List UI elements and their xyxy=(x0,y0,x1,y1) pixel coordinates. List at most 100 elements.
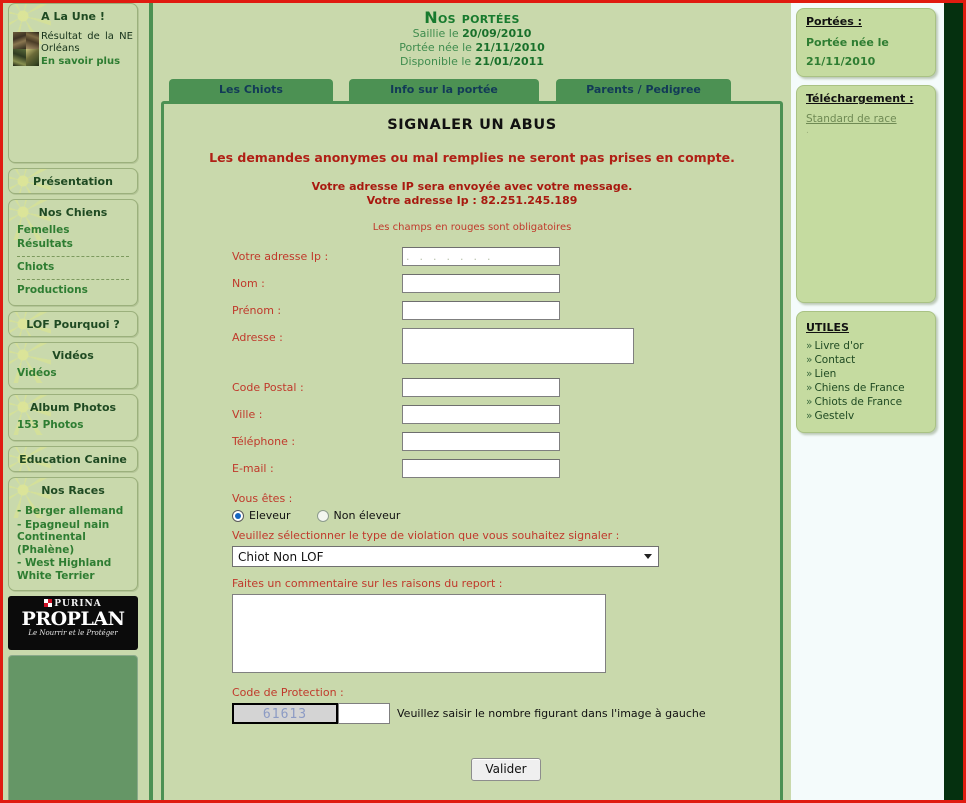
chevron-down-icon xyxy=(644,554,652,559)
sidebar-item-album-photos[interactable]: Album Photos xyxy=(9,395,137,419)
radio-label-non-eleveur: Non éleveur xyxy=(333,509,401,522)
divider xyxy=(17,279,129,280)
sidebar-link-femelles[interactable]: Femelles xyxy=(17,224,131,238)
radio-option-non-eleveur[interactable]: Non éleveur xyxy=(316,509,401,522)
tab-parents-pedigree[interactable]: Parents / Pedigree xyxy=(556,79,731,101)
standard-de-race-link[interactable]: Standard de race xyxy=(806,113,928,126)
input-code-postal[interactable] xyxy=(402,378,560,397)
litter-available-date: Disponible le 21/01/2011 xyxy=(153,55,791,69)
form-warning-ip-line2: Votre adresse Ip : 82.251.245.189 xyxy=(366,194,578,207)
input-email[interactable] xyxy=(402,459,560,478)
tab-bar: Les Chiots Info sur la portée Parents / … xyxy=(169,79,731,101)
portees-title: Portées : xyxy=(806,15,862,28)
sidebar-box-lof[interactable]: LOF Pourquoi ? xyxy=(8,311,138,337)
sidebar-filler-panel xyxy=(8,655,138,800)
double-chevron-right-icon: » xyxy=(806,340,813,352)
input-ville[interactable] xyxy=(402,405,560,424)
input-adresse[interactable] xyxy=(402,328,634,364)
litter-birth-value: 21/11/2010 xyxy=(475,41,545,54)
form-warning-main: Les demandes anonymes ou mal remplies ne… xyxy=(209,150,735,165)
litter-mating-value: 20/09/2010 xyxy=(462,27,532,40)
sidebar-link-berger-allemand[interactable]: - Berger allemand xyxy=(17,505,131,519)
double-chevron-right-icon: » xyxy=(806,368,813,380)
sidebar-link-resultats[interactable]: Résultats xyxy=(17,238,131,252)
radio-option-eleveur[interactable]: Eleveur xyxy=(232,509,291,522)
sidebar-item-nos-chiens[interactable]: Nos Chiens xyxy=(9,200,137,224)
input-adresse-ip[interactable] xyxy=(402,247,560,266)
sidebar-link-chiots[interactable]: Chiots xyxy=(17,261,131,275)
field-row-adresse: Adresse : xyxy=(232,328,780,364)
sponsor-brand-main: PROPLAN xyxy=(21,608,125,630)
featured-title: A La Une ! xyxy=(41,10,105,23)
featured-content: Résultat de la NE Orléans En savoir plus xyxy=(9,28,137,67)
sidebar-link-productions[interactable]: Productions xyxy=(17,284,131,298)
sponsor-banner-proplan[interactable]: PURINA PROPLAN Le Nourrir et le Protéger xyxy=(8,596,138,650)
field-row-ip: Votre adresse Ip : xyxy=(232,247,780,266)
litter-birth-date: Portée née le 21/11/2010 xyxy=(153,41,791,55)
form-title: SIGNALER UN ABUS xyxy=(387,117,557,133)
field-row-prenom: Prénom : xyxy=(232,301,780,320)
label-adresse-ip: Votre adresse Ip : xyxy=(232,250,329,263)
radio-label-eleveur: Eleveur xyxy=(249,509,291,522)
submit-row: Valider xyxy=(232,758,780,781)
sidebar-item-presentation[interactable]: Présentation xyxy=(9,169,137,193)
input-nom[interactable] xyxy=(402,274,560,293)
right-box-telechargement: Téléchargement : Standard de race . xyxy=(796,85,936,303)
field-row-nom: Nom : xyxy=(232,274,780,293)
utiles-label-chiens-de-france: Chiens de France xyxy=(814,382,905,394)
radio-eleveur[interactable] xyxy=(232,509,244,522)
sidebar-item-videos[interactable]: Vidéos xyxy=(9,343,137,367)
double-chevron-right-icon: » xyxy=(806,354,813,366)
sidebar-box-presentation[interactable]: Présentation xyxy=(8,168,138,194)
telechargement-title: Téléchargement : xyxy=(806,92,914,105)
litter-available-value: 21/01/2011 xyxy=(474,55,544,68)
label-ville: Ville : xyxy=(232,408,263,421)
utiles-link-livre-dor[interactable]: » Livre d'or xyxy=(806,339,928,353)
label-code-postal: Code Postal : xyxy=(232,381,304,394)
sidebar-link-videos[interactable]: Vidéos xyxy=(17,367,131,381)
sidebar-link-epagneul-nain-continental[interactable]: - Epagneul nain Continental (Phalène) xyxy=(17,519,131,558)
abuse-report-panel: SIGNALER UN ABUS Les demandes anonymes o… xyxy=(161,101,783,800)
input-captcha[interactable] xyxy=(338,703,390,724)
sidebar-link-west-highland-white-terrier[interactable]: - West Highland White Terrier xyxy=(17,557,131,583)
browser-page: A La Une ! Résultat de la NE Orléans En … xyxy=(0,0,966,803)
sidebar-item-education-canine[interactable]: Education Canine xyxy=(9,447,137,471)
tab-les-chiots[interactable]: Les Chiots xyxy=(169,79,333,101)
select-type-violation[interactable]: Chiot Non LOF xyxy=(232,546,659,567)
field-row-code-postal: Code Postal : xyxy=(232,378,780,397)
purina-checker-icon xyxy=(44,599,53,607)
tab-info-sur-la-portee[interactable]: Info sur la portée xyxy=(349,79,539,101)
utiles-title: UTILES xyxy=(806,321,849,334)
input-telephone[interactable] xyxy=(402,432,560,451)
form-warning-ip: Votre adresse IP sera envoyée avec votre… xyxy=(164,165,780,208)
radio-group-vous-etes: Eleveur Non éleveur xyxy=(232,509,780,522)
label-type-violation: Veuillez sélectionner le type de violati… xyxy=(232,529,620,542)
utiles-link-chiens-de-france[interactable]: » Chiens de France xyxy=(806,381,928,395)
captcha-image: 61613 xyxy=(232,703,338,724)
radio-non-eleveur[interactable] xyxy=(316,509,329,522)
download-trailing-dot: . xyxy=(806,126,809,136)
double-chevron-right-icon: » xyxy=(806,382,813,394)
right-sidebar: Portées : Portée née le 21/11/2010 Téléc… xyxy=(791,3,944,800)
sidebar-item-nos-races[interactable]: Nos Races xyxy=(9,478,137,502)
portees-entry-link[interactable]: Portée née le 21/11/2010 xyxy=(806,36,889,68)
sidebar-item-lof-pourquoi[interactable]: LOF Pourquoi ? xyxy=(9,312,137,336)
utiles-link-gestelv[interactable]: » Gestelv xyxy=(806,409,928,423)
sidebar-link-153-photos[interactable]: 153 Photos xyxy=(17,419,131,433)
left-column-separator xyxy=(144,3,153,800)
sidebar-box-nos-races: Nos Races - Berger allemand - Epagneul n… xyxy=(8,477,138,591)
double-chevron-right-icon: » xyxy=(806,410,813,422)
utiles-link-chiots-de-france[interactable]: » Chiots de France xyxy=(806,395,928,409)
sponsor-tagline: Le Nourrir et le Protéger xyxy=(28,629,118,637)
valider-button[interactable]: Valider xyxy=(471,758,541,781)
utiles-link-contact[interactable]: » Contact xyxy=(806,353,928,367)
utiles-label-contact: Contact xyxy=(814,354,856,366)
left-sidebar: A La Une ! Résultat de la NE Orléans En … xyxy=(3,3,144,800)
utiles-link-lien[interactable]: » Lien xyxy=(806,367,928,381)
sidebar-box-education-canine[interactable]: Education Canine xyxy=(8,446,138,472)
select-type-violation-value: Chiot Non LOF xyxy=(238,549,324,564)
label-commentaire: Faites un commentaire sur les raisons du… xyxy=(232,577,503,590)
input-prenom[interactable] xyxy=(402,301,560,320)
label-telephone: Téléphone : xyxy=(232,435,296,448)
input-commentaire[interactable] xyxy=(232,594,606,673)
